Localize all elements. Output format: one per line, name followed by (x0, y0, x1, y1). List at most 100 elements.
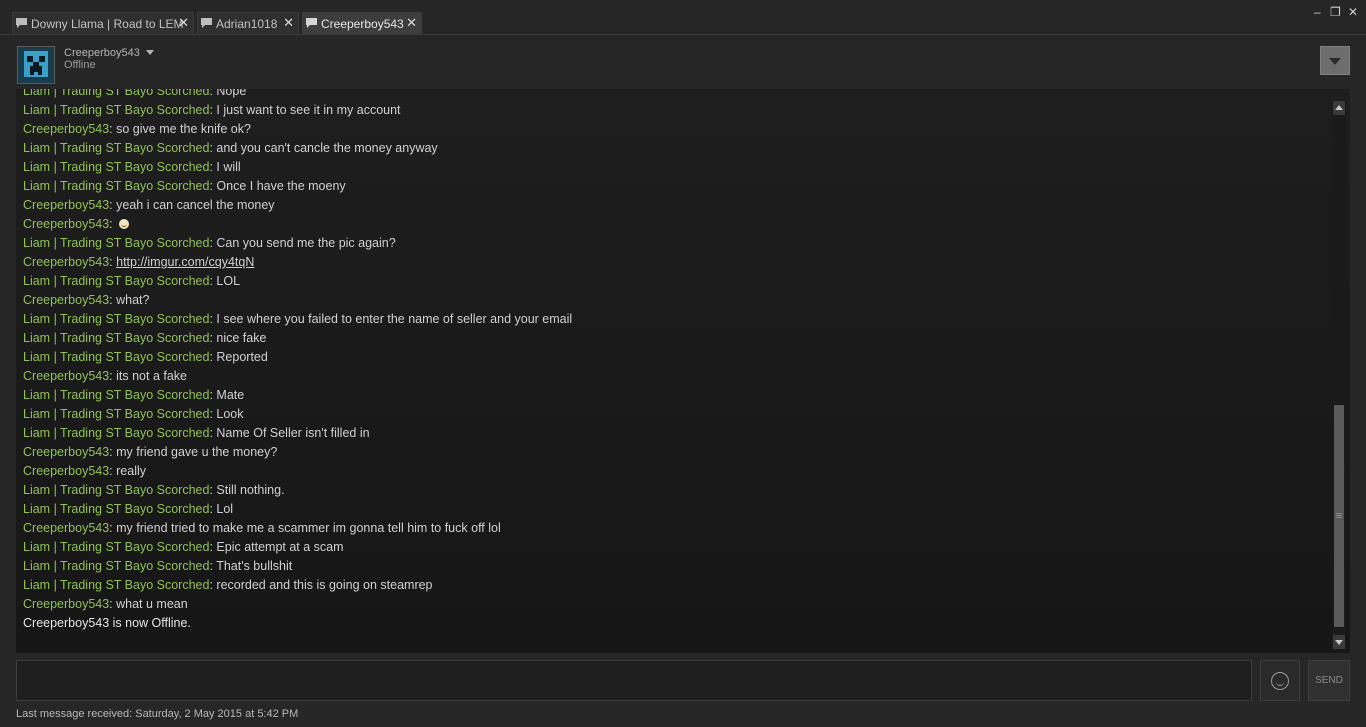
restore-button[interactable]: ❐ (1330, 6, 1341, 18)
message-sender[interactable]: Liam | Trading ST Bayo Scorched (23, 179, 209, 193)
message-sender[interactable]: Liam | Trading ST Bayo Scorched (23, 483, 209, 497)
message-text: yeah i can cancel the money (116, 198, 275, 212)
message-text: Mate (216, 388, 245, 402)
message-row: Liam | Trading ST Bayo Scorched: Name Of… (23, 424, 1323, 443)
message-sender[interactable]: Liam | Trading ST Bayo Scorched (23, 141, 209, 155)
message-sender[interactable]: Creeperboy543 (23, 293, 109, 307)
message-text: I just want to see it in my account (216, 103, 401, 117)
message-sender[interactable]: Creeperboy543 (23, 198, 109, 212)
message-sender[interactable]: Liam | Trading ST Bayo Scorched (23, 89, 209, 98)
smiley-icon (119, 219, 130, 229)
message-row: Creeperboy543: its not a fake (23, 367, 1323, 386)
message-row: Liam | Trading ST Bayo Scorched: Can you… (23, 234, 1323, 253)
message-sender[interactable]: Liam | Trading ST Bayo Scorched (23, 236, 209, 250)
message-sender[interactable]: Liam | Trading ST Bayo Scorched (23, 426, 209, 440)
message-link[interactable]: http://imgur.com/cqy4tqN (116, 255, 254, 269)
message-row: Liam | Trading ST Bayo Scorched: Look (23, 405, 1323, 424)
last-message-timestamp: Last message received: Saturday, 2 May 2… (16, 708, 299, 720)
message-row: Creeperboy543: (23, 215, 1323, 234)
friend-name[interactable]: Creeperboy543 (64, 47, 140, 59)
message-text: Look (216, 407, 244, 421)
message-sender[interactable]: Liam | Trading ST Bayo Scorched (23, 274, 209, 288)
tab-divider (0, 34, 1366, 35)
message-row: Liam | Trading ST Bayo Scorched: Nope (23, 89, 1323, 101)
message-row: Creeperboy543: really (23, 462, 1323, 481)
message-row: Creeperboy543: my friend gave u the mone… (23, 443, 1323, 462)
scroll-up-arrow-icon[interactable] (1333, 101, 1345, 115)
chat-bubble-icon (201, 18, 212, 28)
message-list: Liam | Trading ST Bayo Scorched: Nope Lia… (23, 89, 1323, 633)
close-tab-icon[interactable]: ✕ (283, 16, 294, 30)
message-text: Once I have the moeny (216, 179, 346, 193)
message-input[interactable] (16, 660, 1252, 701)
tab-creeperboy543[interactable]: Creeperboy543 ✕ (302, 12, 422, 34)
message-sender[interactable]: Liam | Trading ST Bayo Scorched (23, 502, 209, 516)
message-text: recorded and this is going on steamrep (216, 578, 433, 592)
message-text: my friend tried to make me a scammer im … (116, 521, 501, 535)
chat-options-button[interactable] (1320, 46, 1350, 75)
send-button[interactable]: SEND (1308, 660, 1350, 701)
close-window-button[interactable]: ✕ (1348, 6, 1358, 18)
message-text: nice fake (216, 331, 267, 345)
message-sender[interactable]: Creeperboy543 (23, 445, 109, 459)
message-text: LOL (216, 274, 241, 288)
message-text: its not a fake (116, 369, 187, 383)
message-sender[interactable]: Liam | Trading ST Bayo Scorched (23, 407, 209, 421)
scroll-down-arrow-icon[interactable] (1333, 635, 1345, 649)
message-text: Reported (216, 350, 268, 364)
message-sender[interactable]: Creeperboy543 (23, 597, 109, 611)
emoticon-button[interactable] (1260, 660, 1300, 701)
message-text: I will (216, 160, 241, 174)
message-sender[interactable]: Liam | Trading ST Bayo Scorched (23, 312, 209, 326)
message-sender[interactable]: Liam | Trading ST Bayo Scorched (23, 540, 209, 554)
message-sender[interactable]: Liam | Trading ST Bayo Scorched (23, 160, 209, 174)
chat-bubble-icon (16, 18, 27, 28)
tab-label: Adrian1018 (216, 16, 278, 31)
tab-adrian1018[interactable]: Adrian1018 ✕ (197, 12, 299, 34)
message-text: I see where you failed to enter the name… (216, 312, 573, 326)
message-text: and you can't cancle the money anyway (216, 141, 438, 155)
smiley-face-icon (1271, 672, 1289, 690)
message-text: That's bullshit (216, 559, 293, 573)
separator: : (109, 217, 117, 231)
message-row: Liam | Trading ST Bayo Scorched: Once I … (23, 177, 1323, 196)
tab-downy-llama[interactable]: Downy Llama | Road to LEM ✕ (12, 12, 194, 34)
message-row: Liam | Trading ST Bayo Scorched: Reporte… (23, 348, 1323, 367)
message-sender[interactable]: Liam | Trading ST Bayo Scorched (23, 350, 209, 364)
message-row: Liam | Trading ST Bayo Scorched: LOL (23, 272, 1323, 291)
avatar[interactable] (17, 46, 55, 84)
message-sender[interactable]: Creeperboy543 (23, 217, 109, 231)
minimize-button[interactable]: – (1314, 6, 1321, 18)
close-tab-icon[interactable]: ✕ (178, 16, 189, 30)
message-sender[interactable]: Creeperboy543 (23, 521, 109, 535)
message-row: Creeperboy543: my friend tried to make m… (23, 519, 1323, 538)
chevron-down-icon[interactable] (146, 50, 154, 55)
message-row: Liam | Trading ST Bayo Scorched: Epic at… (23, 538, 1323, 557)
message-text: my friend gave u the money? (116, 445, 278, 459)
friend-status: Offline (64, 59, 96, 71)
chat-bubble-icon (306, 18, 317, 28)
scrollbar[interactable] (1332, 100, 1346, 650)
message-row: Creeperboy543: yeah i can cancel the mon… (23, 196, 1323, 215)
message-sender[interactable]: Creeperboy543 (23, 122, 109, 136)
message-text: Name Of Seller isn't filled in (216, 426, 370, 440)
message-sender[interactable]: Liam | Trading ST Bayo Scorched (23, 578, 209, 592)
message-row: Creeperboy543: http://imgur.com/cqy4tqN (23, 253, 1323, 272)
message-sender[interactable]: Creeperboy543 (23, 369, 109, 383)
message-sender[interactable]: Liam | Trading ST Bayo Scorched (23, 559, 209, 573)
scrollbar-thumb[interactable] (1334, 405, 1344, 627)
message-sender[interactable]: Liam | Trading ST Bayo Scorched (23, 388, 209, 402)
chat-log[interactable]: Liam | Trading ST Bayo Scorched: Nope Lia… (16, 89, 1350, 653)
message-row: Creeperboy543: what? (23, 291, 1323, 310)
message-sender[interactable]: Creeperboy543 (23, 255, 109, 269)
message-row: Liam | Trading ST Bayo Scorched: nice fa… (23, 329, 1323, 348)
message-row: Creeperboy543: what u mean (23, 595, 1323, 614)
message-sender[interactable]: Creeperboy543 (23, 464, 109, 478)
message-sender[interactable]: Liam | Trading ST Bayo Scorched (23, 331, 209, 345)
message-row: Liam | Trading ST Bayo Scorched: and you… (23, 139, 1323, 158)
message-row: Liam | Trading ST Bayo Scorched: Lol (23, 500, 1323, 519)
close-tab-icon[interactable]: ✕ (406, 16, 417, 30)
tab-bar: Downy Llama | Road to LEM ✕ Adrian1018 ✕… (0, 0, 1366, 34)
message-sender[interactable]: Liam | Trading ST Bayo Scorched (23, 103, 209, 117)
tab-label: Creeperboy543 (321, 16, 404, 31)
